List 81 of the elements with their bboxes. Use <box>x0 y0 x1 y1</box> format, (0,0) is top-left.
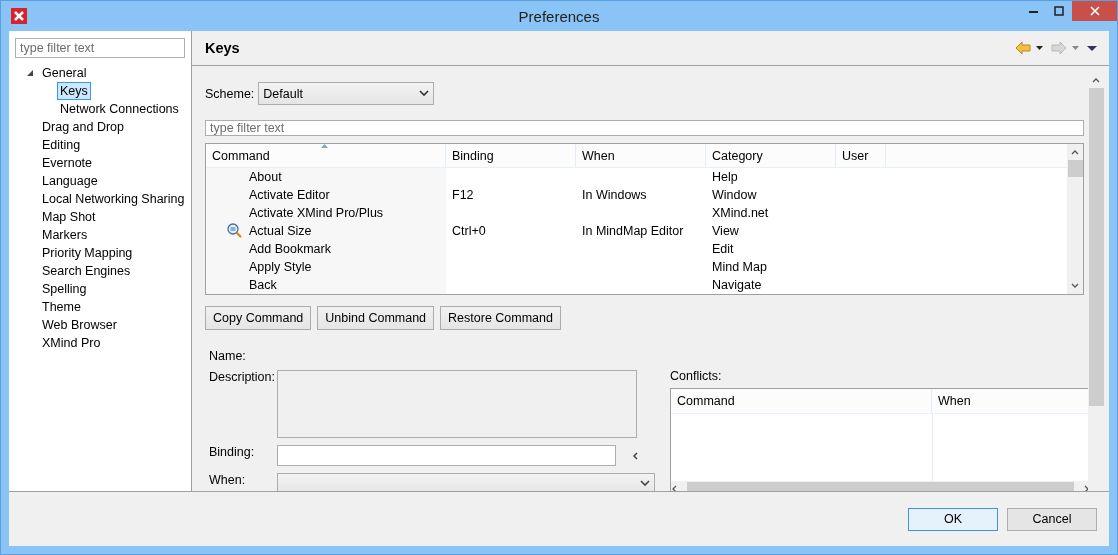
dialog-button[interactable]: Cancel <box>1007 507 1097 531</box>
table-cell: Back <box>206 276 446 294</box>
table-cell-text: Mind Map <box>711 259 768 276</box>
column-header[interactable]: When <box>576 144 706 167</box>
table-cell: Actual Size <box>206 222 446 240</box>
table-cell-text: Ctrl+0 <box>451 223 487 240</box>
table-cell: Activate XMind Pro/Plus <box>206 204 446 222</box>
table-cell-text: In Windows <box>581 187 648 204</box>
tree-item[interactable]: Network Connections <box>57 100 182 118</box>
maximize-icon <box>1054 6 1064 16</box>
tree-item[interactable]: General <box>39 64 90 82</box>
table-cell-text: Navigate <box>711 277 763 294</box>
scheme-dropdown[interactable]: Default <box>258 82 435 105</box>
scroll-thumb[interactable] <box>1088 88 1104 406</box>
chevron-left-icon[interactable] <box>632 451 639 460</box>
description-label: Description: <box>209 370 276 386</box>
binding-label: Binding: <box>209 445 256 461</box>
command-button[interactable]: Copy Command <box>205 306 312 330</box>
filter-field[interactable]: type filter text <box>205 120 1084 136</box>
table-cell: Activate Editor <box>206 186 446 204</box>
scroll-thumb[interactable] <box>1067 160 1083 177</box>
caret-icon <box>1036 46 1043 50</box>
column-header[interactable]: User <box>836 144 886 167</box>
table-cell: Apply Style <box>206 258 446 276</box>
command-button[interactable]: Restore Command <box>440 306 561 330</box>
tree-item[interactable]: Evernote <box>39 154 96 172</box>
tree-item[interactable]: Language <box>39 172 101 190</box>
table-cell-text: F12 <box>451 187 475 204</box>
chevron-down-icon <box>640 480 650 487</box>
chevron-down-icon <box>419 90 430 97</box>
scroll-down-icon[interactable] <box>1071 283 1079 289</box>
table-cell-text: Window <box>711 187 758 204</box>
table-cell-text: Edit <box>711 241 735 258</box>
when-label: When: <box>209 473 247 489</box>
table-cell-text: View <box>711 223 740 240</box>
view-menu-button[interactable] <box>1087 45 1097 51</box>
dropdown-button[interactable] <box>1036 46 1043 50</box>
tree-item[interactable]: Map Shot <box>39 208 99 226</box>
table-cell: About <box>206 168 446 186</box>
page-title: Keys <box>205 40 240 56</box>
column-header[interactable]: Command <box>206 144 446 167</box>
window-title: Preferences <box>518 8 600 25</box>
tree-item[interactable]: Markers <box>39 226 91 244</box>
back-arrow-icon[interactable] <box>1015 41 1031 55</box>
tree-item[interactable]: XMind Pro <box>39 334 104 352</box>
tree-item[interactable]: Local Networking Sharing <box>39 190 188 208</box>
dialog-button[interactable]: OK <box>908 507 998 531</box>
menu-icon <box>1087 45 1097 51</box>
filter-field[interactable]: type filter text <box>15 38 185 58</box>
close-button[interactable] <box>1072 1 1117 21</box>
name-label: Name: <box>209 349 247 363</box>
table-cell-text: In MindMap Editor <box>581 223 685 240</box>
tree-item[interactable]: Web Browser <box>39 316 120 334</box>
tree-item[interactable]: Keys <box>57 82 91 100</box>
column-header[interactable]: Category <box>706 144 836 167</box>
column-header[interactable]: Binding <box>446 144 576 167</box>
tree-item[interactable]: Priority Mapping <box>39 244 136 262</box>
table-cell-text: Help <box>711 169 739 186</box>
sort-arrow-icon <box>320 144 328 148</box>
app-logo-icon <box>11 8 27 24</box>
tree-item[interactable]: Search Engines <box>39 262 134 280</box>
tree-item[interactable]: Spelling <box>39 280 90 298</box>
command-button[interactable]: Unbind Command <box>317 306 435 330</box>
description-field[interactable] <box>277 370 637 438</box>
column-header[interactable]: Command <box>671 389 932 413</box>
table-cell: Add Bookmark <box>206 240 446 258</box>
when-dropdown[interactable] <box>277 473 655 491</box>
scrollbar[interactable] <box>1067 144 1083 294</box>
zoom-icon <box>227 223 242 238</box>
table-cell-text: XMind.net <box>711 205 770 222</box>
binding-field[interactable] <box>277 445 616 466</box>
caret-icon <box>1072 46 1079 50</box>
tree-item[interactable]: Drag and Drop <box>39 118 127 136</box>
scroll-up-icon[interactable] <box>1092 77 1100 83</box>
scheme-label: Scheme: <box>205 86 255 101</box>
tree-item[interactable]: Editing <box>39 136 84 154</box>
expand-arrow-icon[interactable] <box>25 68 35 78</box>
scroll-up-icon[interactable] <box>1071 149 1079 155</box>
close-icon <box>1089 6 1100 16</box>
tree-item[interactable]: Theme <box>39 298 84 316</box>
conflicts-label: Conflicts: <box>670 369 723 383</box>
